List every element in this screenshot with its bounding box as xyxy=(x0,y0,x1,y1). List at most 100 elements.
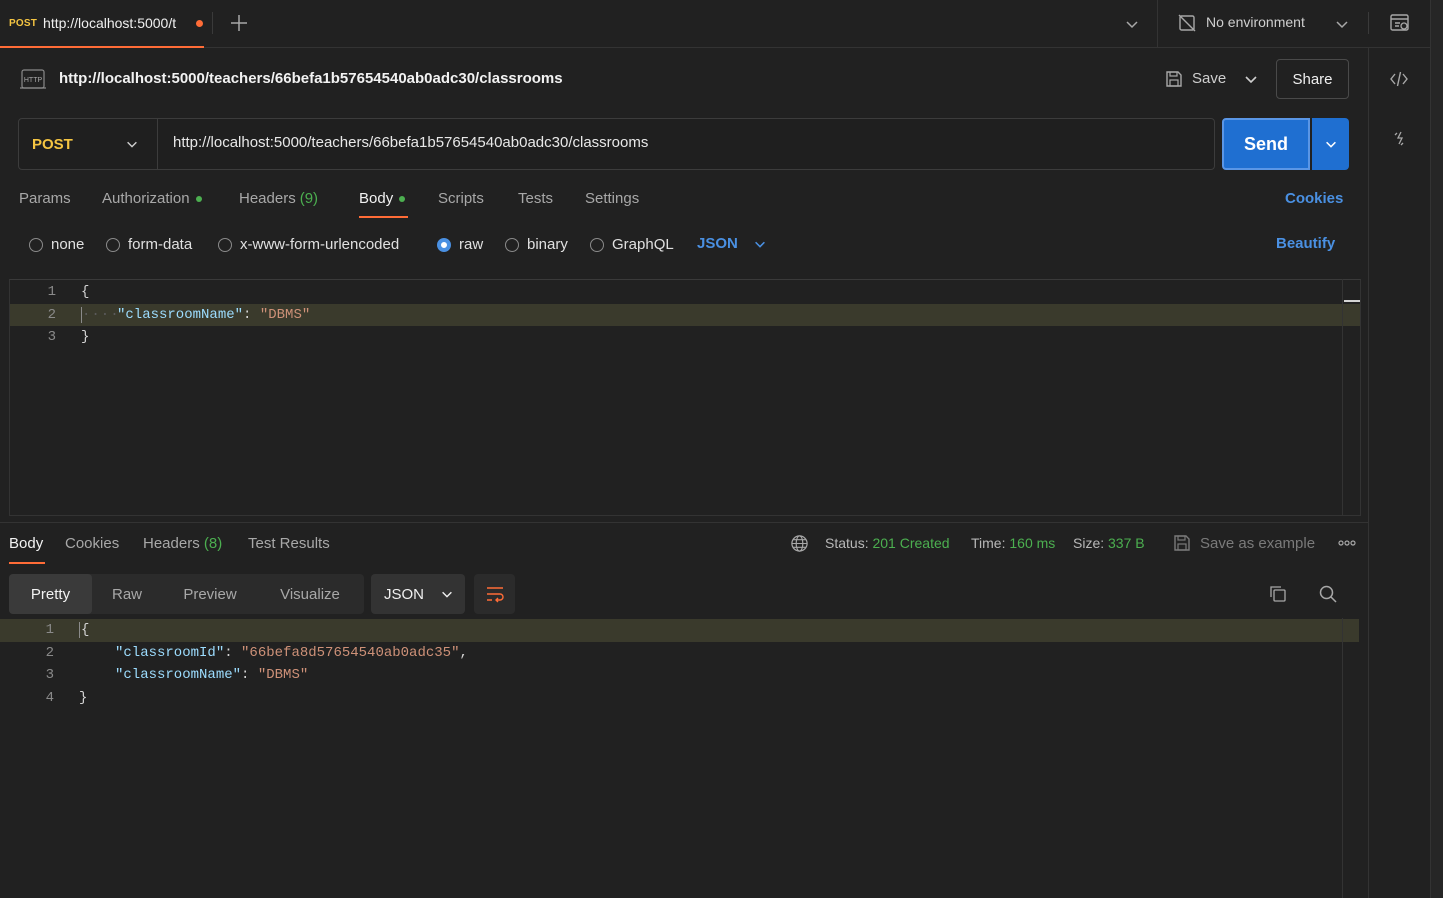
url-input[interactable]: http://localhost:5000/teachers/66befa1b5… xyxy=(173,134,1203,151)
window-scrollbar[interactable] xyxy=(1430,0,1443,898)
send-button[interactable]: Send xyxy=(1222,118,1310,170)
view-preview[interactable]: Preview xyxy=(162,574,258,614)
radio-urlencoded[interactable]: x-www-form-urlencoded xyxy=(218,236,399,253)
save-icon[interactable] xyxy=(1164,69,1184,89)
save-button[interactable]: Save xyxy=(1192,70,1226,87)
radio-binary-label: binary xyxy=(527,236,568,253)
view-visualize[interactable]: Visualize xyxy=(258,574,362,614)
line-number: 3 xyxy=(47,329,56,346)
response-scrollbar[interactable] xyxy=(1342,618,1343,898)
code-text: { xyxy=(81,284,90,301)
environment-selector[interactable]: No environment xyxy=(1206,14,1305,30)
json-colon: : xyxy=(224,644,242,661)
tab-authorization[interactable]: Authorization xyxy=(102,190,202,207)
svg-text:HTTP: HTTP xyxy=(24,77,43,84)
line-number: 1 xyxy=(45,622,54,639)
request-body-editor[interactable]: 1 { 2 ···· "classroomName" : "DBMS" 3 } xyxy=(9,279,1361,516)
code-line: 1 { xyxy=(10,281,1360,304)
body-format-label: JSON xyxy=(697,235,738,252)
response-size[interactable]: Size: 337 B xyxy=(1073,535,1145,551)
radio-urlencoded-circle xyxy=(218,237,232,252)
tab-headers-label: Headers xyxy=(239,190,296,207)
radio-binary[interactable]: binary xyxy=(505,236,568,253)
response-format-selector[interactable]: JSON xyxy=(371,574,465,614)
json-colon: : xyxy=(241,667,258,684)
response-divider[interactable] xyxy=(0,522,1368,523)
headers-count: (9) xyxy=(299,190,319,207)
response-tab-test-results[interactable]: Test Results xyxy=(248,535,330,552)
tab-separator xyxy=(212,12,213,34)
tab-body[interactable]: Body xyxy=(359,190,406,207)
radio-raw[interactable]: raw xyxy=(437,236,483,253)
view-raw[interactable]: Raw xyxy=(92,574,162,614)
radio-binary-circle xyxy=(505,237,519,252)
code-text: } xyxy=(79,689,88,706)
line-number: 1 xyxy=(47,284,56,301)
response-tab-headers[interactable]: Headers (8) xyxy=(143,535,222,552)
code-snippet-icon[interactable] xyxy=(1389,69,1409,89)
method-chevron-down-icon xyxy=(125,137,139,151)
save-as-example-button[interactable]: Save as example xyxy=(1200,535,1315,552)
editor-overview-ruler xyxy=(1344,300,1360,302)
response-tab-headers-label: Headers xyxy=(143,535,200,552)
wrap-lines-icon xyxy=(485,585,505,603)
radio-graphql-label: GraphQL xyxy=(612,236,674,253)
code-line: 2 "classroomId" : "66befa8d57654540ab0ad… xyxy=(0,642,1368,665)
radio-form-data[interactable]: form-data xyxy=(106,236,192,253)
method-selector[interactable]: POST xyxy=(18,118,158,170)
save-example-icon[interactable] xyxy=(1172,533,1192,553)
right-sidebar xyxy=(1368,48,1430,898)
env-chevron-down-icon[interactable] xyxy=(1334,16,1350,32)
share-button[interactable]: Share xyxy=(1276,59,1349,99)
code-text: { xyxy=(79,622,90,639)
right-separator xyxy=(1368,12,1369,34)
response-time[interactable]: Time: 160 ms xyxy=(971,535,1055,551)
response-tab-body[interactable]: Body xyxy=(9,535,43,552)
active-tab-indicator xyxy=(359,216,408,218)
globe-icon[interactable] xyxy=(790,534,809,553)
collapse-icon[interactable] xyxy=(1391,130,1407,148)
size-label: Size: xyxy=(1073,535,1105,551)
json-key: "classroomId" xyxy=(115,644,225,661)
copy-icon[interactable] xyxy=(1268,584,1288,604)
response-body-viewer[interactable]: 1 { 2 "classroomId" : "66befa8d57654540a… xyxy=(0,618,1368,898)
radio-graphql[interactable]: GraphQL xyxy=(590,236,674,253)
tab-scripts[interactable]: Scripts xyxy=(438,190,484,207)
tab-settings[interactable]: Settings xyxy=(585,190,639,207)
more-options-icon[interactable] xyxy=(1337,536,1357,550)
save-dropdown-icon[interactable] xyxy=(1243,71,1259,87)
send-dropdown-button[interactable] xyxy=(1312,118,1349,170)
code-line-active: 2 ···· "classroomName" : "DBMS" xyxy=(10,303,1360,326)
tab-params-label: Params xyxy=(19,190,71,207)
tab-scripts-label: Scripts xyxy=(438,190,484,207)
tabs-dropdown-icon[interactable] xyxy=(1124,16,1140,32)
env-separator xyxy=(1157,0,1158,48)
radio-none[interactable]: none xyxy=(29,236,84,253)
radio-raw-label: raw xyxy=(459,236,484,253)
tab-tests[interactable]: Tests xyxy=(518,190,553,207)
new-tab-icon[interactable] xyxy=(229,13,249,33)
cookies-link[interactable]: Cookies xyxy=(1285,190,1343,207)
status-value: 201 Created xyxy=(872,535,950,551)
wrap-lines-button[interactable] xyxy=(474,574,515,614)
tab-headers[interactable]: Headers (9) xyxy=(239,190,318,207)
tab-settings-label: Settings xyxy=(585,190,640,207)
view-pretty[interactable]: Pretty xyxy=(9,574,92,614)
radio-raw-circle xyxy=(437,237,451,252)
radio-graphql-circle xyxy=(590,237,604,252)
search-icon[interactable] xyxy=(1318,584,1338,604)
response-tab-cookies[interactable]: Cookies xyxy=(65,535,119,552)
environment-quick-look-icon[interactable] xyxy=(1389,12,1411,34)
request-tab[interactable]: POST http://localhost:5000/t xyxy=(0,0,204,48)
body-format-selector[interactable]: JSON xyxy=(697,235,738,252)
line-number: 3 xyxy=(45,667,54,684)
json-colon: : xyxy=(243,306,260,323)
tab-authorization-label: Authorization xyxy=(102,190,190,207)
response-status[interactable]: Status: 201 Created xyxy=(825,535,950,551)
request-title[interactable]: http://localhost:5000/teachers/66befa1b5… xyxy=(59,70,563,87)
format-chevron-down-icon[interactable] xyxy=(753,237,767,251)
beautify-button[interactable]: Beautify xyxy=(1276,235,1335,252)
radio-none-circle xyxy=(29,237,43,252)
tab-params[interactable]: Params xyxy=(19,190,71,207)
editor-scrollbar[interactable] xyxy=(1342,279,1343,516)
